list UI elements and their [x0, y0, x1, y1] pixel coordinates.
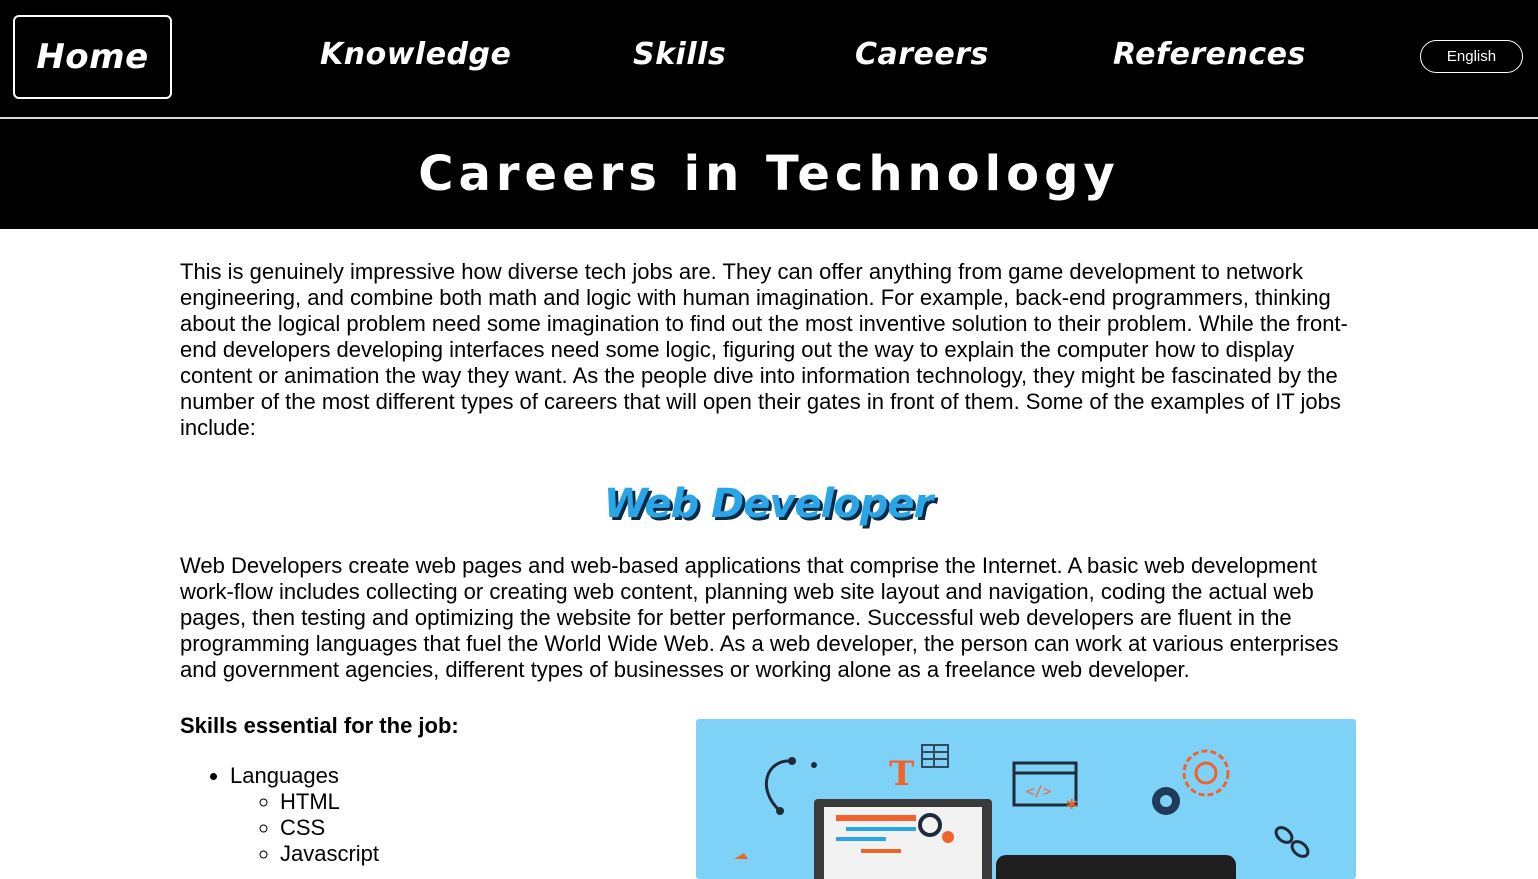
main-content: This is genuinely impressive how diverse…: [180, 259, 1356, 683]
list-item: Javascript: [280, 841, 660, 867]
skills-list: Languages HTML CSS Javascript: [180, 763, 660, 867]
top-navigation: Home Knowledge Skills Careers References…: [0, 0, 1538, 119]
skill-category-label: Languages: [230, 763, 339, 788]
link-icon: [1274, 826, 1310, 858]
list-item: Languages HTML CSS Javascript: [230, 763, 660, 867]
nav-knowledge-link[interactable]: Knowledge: [320, 37, 511, 72]
skills-sublist: HTML CSS Javascript: [230, 789, 660, 867]
text-tool-icon: T: [889, 754, 914, 794]
skills-heading: Skills essential for the job:: [180, 713, 459, 738]
table-icon: [921, 744, 949, 768]
web-developer-illustration: T </> *: [696, 719, 1356, 879]
accent-shape-icon: [734, 853, 748, 859]
nav-references-link[interactable]: References: [1113, 37, 1306, 72]
list-item: CSS: [280, 815, 660, 841]
web-developer-heading: Web Developer: [603, 481, 933, 527]
page-title: Careers in Technology: [418, 146, 1120, 202]
skills-section: Skills essential for the job: Languages …: [180, 713, 660, 867]
intro-paragraph: This is genuinely impressive how diverse…: [180, 259, 1348, 440]
nav-home-link[interactable]: Home: [13, 15, 172, 99]
nav-skills-link[interactable]: Skills: [633, 37, 726, 72]
gear-icon: [1182, 749, 1230, 797]
nav-careers-link[interactable]: Careers: [855, 37, 989, 72]
illustration-graphic: T </> *: [734, 744, 1310, 879]
code-window-icon: </> *: [1012, 761, 1078, 821]
bezier-pen-icon: [764, 757, 817, 815]
laptop-base-icon: [996, 855, 1236, 879]
web-developer-description: Web Developers create web pages and web-…: [180, 553, 1339, 682]
gear-small-icon: [1152, 787, 1180, 815]
hero-banner: Careers in Technology: [0, 119, 1538, 229]
monitor-icon: [814, 799, 992, 879]
svg-text:</>: </>: [1026, 784, 1051, 800]
list-item: HTML: [280, 789, 660, 815]
language-selector-button[interactable]: English: [1420, 40, 1523, 73]
svg-text:*: *: [1066, 796, 1078, 821]
